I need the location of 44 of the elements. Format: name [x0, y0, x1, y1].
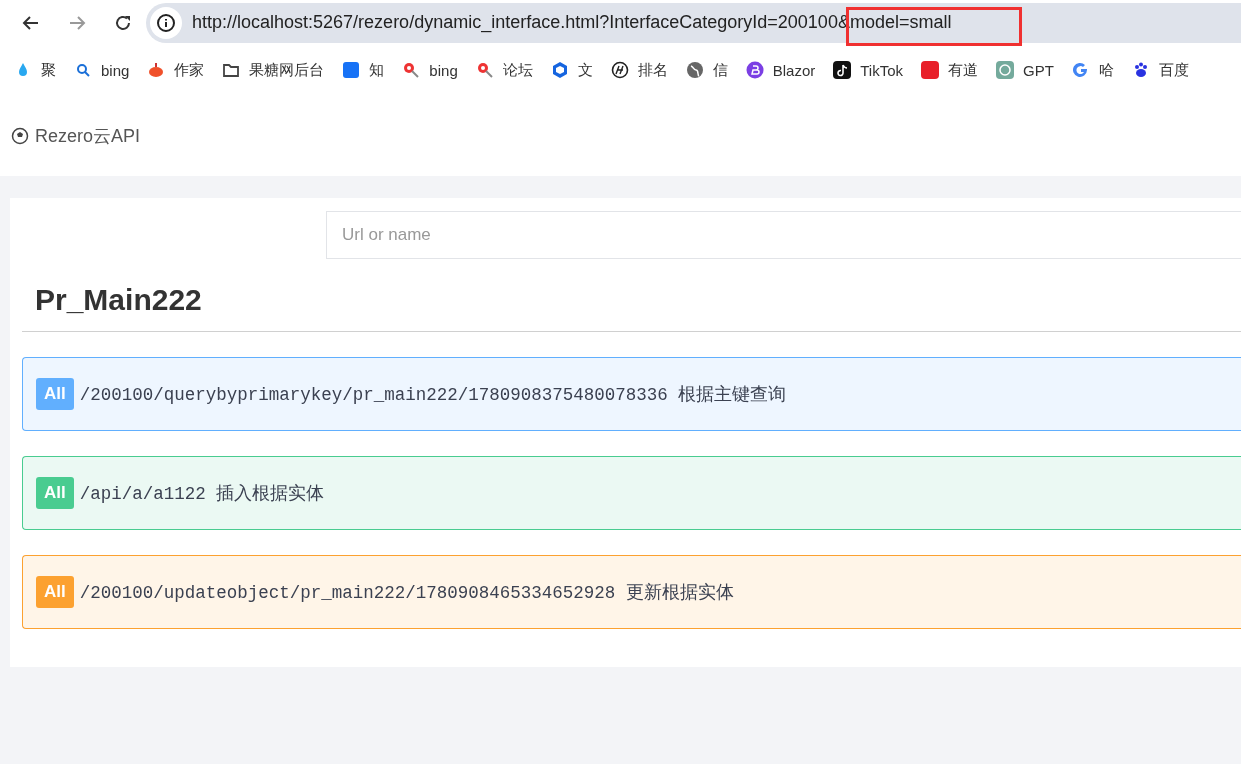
search-field[interactable]: Url or name	[326, 211, 1241, 259]
back-arrow-icon	[22, 13, 40, 32]
bookmark[interactable]: 果糖网后台	[216, 56, 331, 84]
circle-logo-icon	[610, 61, 629, 79]
method-badge: All	[36, 477, 74, 509]
bookmark[interactable]: 论坛	[469, 56, 539, 84]
square-logo-icon	[921, 61, 940, 79]
forward-arrow-icon	[68, 13, 86, 32]
folder-icon	[222, 61, 241, 79]
info-icon[interactable]	[150, 6, 182, 39]
bookmark[interactable]: 知	[336, 56, 391, 84]
bookmark[interactable]: TikTok	[827, 57, 910, 83]
bookmark[interactable]: GPT	[990, 57, 1060, 83]
page-title: Pr_Main222	[22, 283, 1241, 332]
endpoint-row[interactable]: All /200100/querybyprimarykey/pr_main222/1780908375480078336 根据主键查询	[22, 357, 1241, 431]
endpoint-path: /200100/querybyprimarykey/pr_main222/1780908375480078336 根据主键查询	[79, 384, 787, 406]
letter-b-logo-icon	[745, 61, 764, 79]
bookmark[interactable]: 信	[679, 56, 734, 84]
reload-icon	[114, 13, 132, 32]
bookmark[interactable]: 哈	[1065, 56, 1120, 84]
music-note-icon	[833, 61, 852, 79]
endpoint-path: /api/a/a1122 插入根据实体	[79, 483, 325, 505]
app-logo-icon	[342, 61, 361, 79]
g-logo-icon	[1071, 61, 1090, 79]
bookmark[interactable]: bing	[396, 57, 464, 83]
endpoint-row[interactable]: All /api/a/a1122 插入根据实体	[22, 456, 1241, 530]
lollipop-icon	[402, 61, 421, 79]
bookmark[interactable]: bing	[68, 57, 136, 83]
brand-link[interactable]: Rezero云API	[11, 123, 141, 148]
bookmark[interactable]: Blazor	[739, 57, 822, 83]
bookmark[interactable]: 有道	[915, 56, 985, 84]
hexagon-icon	[550, 61, 569, 79]
lollipop-icon	[475, 61, 494, 79]
method-badge: All	[36, 576, 74, 608]
endpoint-row[interactable]: All /200100/updateobject/pr_main222/1780908465334652928 更新根据实体	[22, 555, 1241, 629]
bookmark[interactable]: 作家	[141, 56, 211, 84]
method-badge: All	[36, 378, 74, 410]
endpoint-path: /200100/updateobject/pr_main222/1780908465334652928 更新根据实体	[79, 582, 734, 604]
bookmark[interactable]: 百度	[1125, 56, 1195, 84]
bookmark[interactable]: 排名	[604, 56, 674, 84]
soccer-ball-icon	[11, 126, 29, 145]
search-icon	[74, 61, 92, 79]
bookmark[interactable]: 文	[544, 56, 599, 84]
bookmark[interactable]: 聚	[8, 56, 62, 84]
